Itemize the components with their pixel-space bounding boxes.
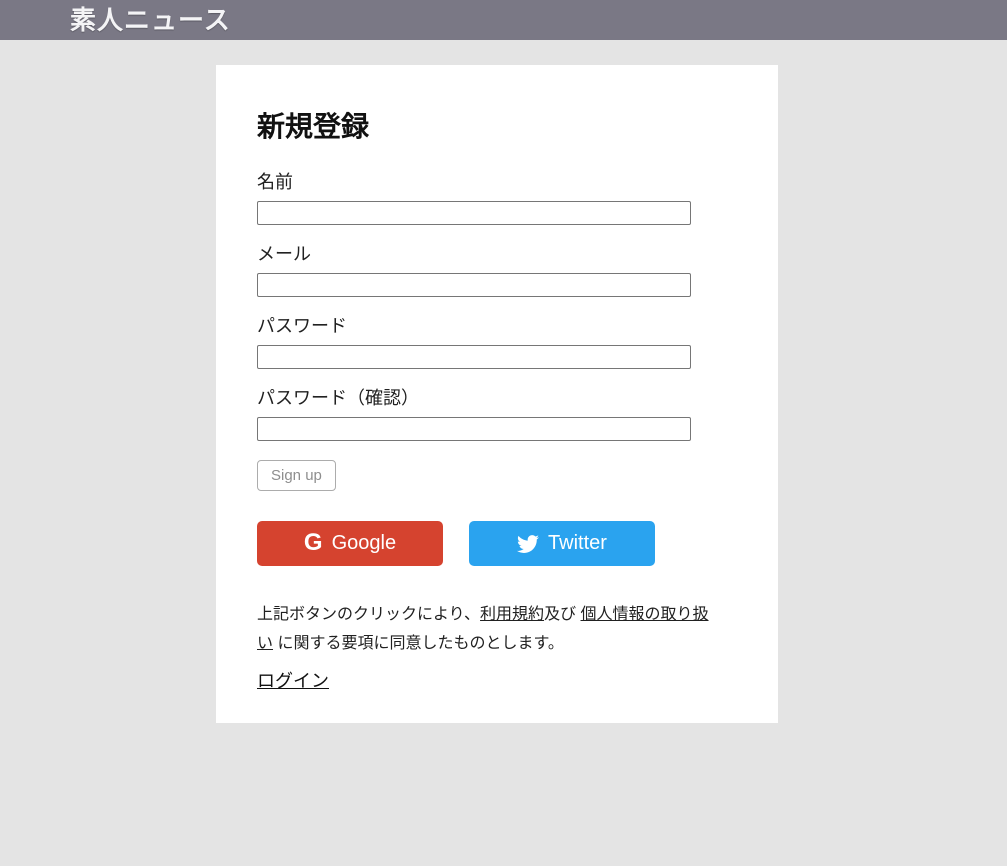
google-login-button[interactable]: G Google [257,521,443,566]
name-field-group: 名前 [257,171,737,225]
page-title: 新規登録 [257,105,737,145]
name-input[interactable] [257,201,691,225]
twitter-bird-icon [517,533,539,555]
password-field-group: パスワード [257,315,737,369]
header-bar: 素人ニュース [0,0,1007,40]
twitter-login-button[interactable]: Twitter [469,521,655,566]
terms-text: 上記ボタンのクリックにより、利用規約及び 個人情報の取り扱い に関する要項に同意… [257,600,722,658]
login-link[interactable]: ログイン [257,667,329,693]
twitter-button-label: Twitter [548,532,607,555]
password-confirmation-input[interactable] [257,417,691,441]
terms-suffix: に関する要項に同意したものとします。 [273,635,564,652]
signup-card: 新規登録 名前 メール パスワード パスワード（確認） Sign up G Go… [216,65,778,723]
email-input[interactable] [257,273,691,297]
password-label: パスワード [257,315,737,337]
google-button-label: Google [332,532,397,555]
terms-of-service-link[interactable]: 利用規約 [480,606,544,623]
name-label: 名前 [257,171,737,193]
terms-conjunction: 及び [544,606,580,623]
password-input[interactable] [257,345,691,369]
email-label: メール [257,243,737,265]
email-field-group: メール [257,243,737,297]
signup-button[interactable]: Sign up [257,460,336,491]
password-confirmation-field-group: パスワード（確認） [257,387,737,441]
terms-prefix: 上記ボタンのクリックにより、 [257,606,480,623]
google-g-icon: G [304,531,323,555]
site-logo[interactable]: 素人ニュース [70,0,231,40]
password-confirmation-label: パスワード（確認） [257,387,737,409]
social-login-row: G Google Twitter [257,521,737,566]
